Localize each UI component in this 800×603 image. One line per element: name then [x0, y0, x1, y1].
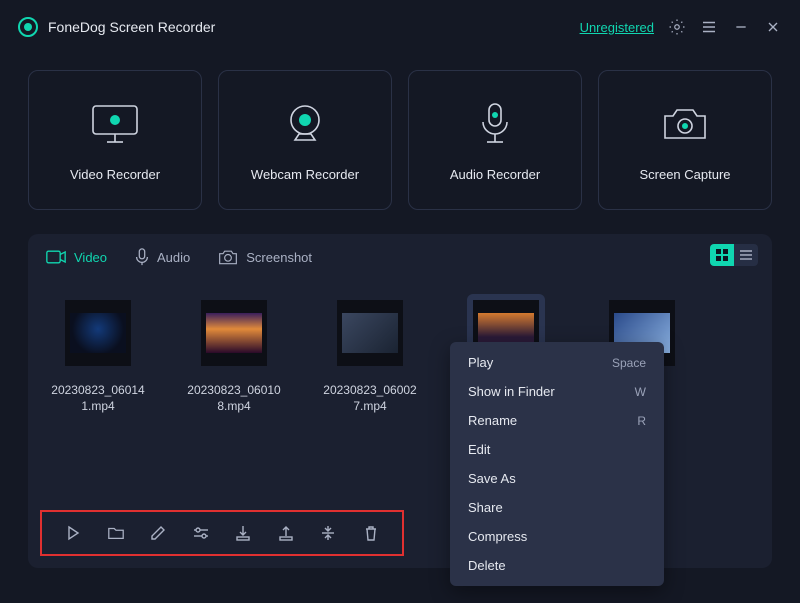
title-bar: FoneDog Screen Recorder Unregistered	[0, 0, 800, 50]
ctx-shortcut: Space	[612, 356, 646, 370]
mode-label: Screen Capture	[639, 167, 730, 182]
tab-video[interactable]: Video	[46, 250, 107, 265]
mode-webcam-recorder[interactable]: Webcam Recorder	[218, 70, 392, 210]
edit-button[interactable]	[146, 521, 170, 545]
ctx-label: Edit	[468, 442, 490, 457]
list-item[interactable]: 20230823_060141.mp4	[50, 294, 146, 414]
view-toggle	[710, 244, 758, 266]
thumbnail-image	[206, 313, 262, 353]
list-item[interactable]: 20230823_060108.mp4	[186, 294, 282, 414]
ctx-label: Save As	[468, 471, 516, 486]
delete-button[interactable]	[359, 521, 383, 545]
settings-sliders-button[interactable]	[189, 521, 213, 545]
ctx-play[interactable]: Play Space	[450, 348, 664, 377]
file-name: 20230823_060027.mp4	[320, 382, 420, 414]
tab-screenshot[interactable]: Screenshot	[218, 249, 312, 265]
export-button[interactable]	[274, 521, 298, 545]
app-title: FoneDog Screen Recorder	[48, 19, 215, 35]
ctx-share[interactable]: Share	[450, 493, 664, 522]
minimize-icon[interactable]	[732, 18, 750, 36]
unregistered-link[interactable]: Unregistered	[580, 20, 654, 35]
ctx-label: Show in Finder	[468, 384, 555, 399]
app-logo-icon	[18, 17, 38, 37]
menu-icon[interactable]	[700, 18, 718, 36]
bottom-toolbar	[40, 510, 404, 556]
file-name: 20230823_060141.mp4	[48, 382, 148, 414]
mode-label: Webcam Recorder	[251, 167, 359, 182]
ctx-label: Compress	[468, 529, 527, 544]
mode-video-recorder[interactable]: Video Recorder	[28, 70, 202, 210]
tab-label: Screenshot	[246, 250, 312, 265]
tab-audio[interactable]: Audio	[135, 248, 190, 266]
title-bar-left: FoneDog Screen Recorder	[18, 17, 215, 37]
mode-label: Audio Recorder	[450, 167, 540, 182]
ctx-label: Share	[468, 500, 503, 515]
microphone-icon	[475, 99, 515, 149]
ctx-compress[interactable]: Compress	[450, 522, 664, 551]
ctx-label: Delete	[468, 558, 506, 573]
open-folder-button[interactable]	[104, 521, 128, 545]
mode-label: Video Recorder	[70, 167, 160, 182]
ctx-label: Rename	[468, 413, 517, 428]
ctx-shortcut: W	[635, 385, 646, 399]
ctx-delete[interactable]: Delete	[450, 551, 664, 580]
ctx-show-in-finder[interactable]: Show in Finder W	[450, 377, 664, 406]
title-bar-right: Unregistered	[580, 18, 782, 36]
camera-icon	[659, 99, 711, 149]
thumbnail-image	[342, 313, 398, 353]
tab-label: Video	[74, 250, 107, 265]
ctx-rename[interactable]: Rename R	[450, 406, 664, 435]
webcam-icon	[281, 99, 329, 149]
save-button[interactable]	[231, 521, 255, 545]
mode-screen-capture[interactable]: Screen Capture	[598, 70, 772, 210]
list-item[interactable]: 20230823_060027.mp4	[322, 294, 418, 414]
ctx-edit[interactable]: Edit	[450, 435, 664, 464]
ctx-save-as[interactable]: Save As	[450, 464, 664, 493]
play-button[interactable]	[61, 521, 85, 545]
library-tabs: Video Audio Screenshot	[46, 248, 754, 266]
monitor-record-icon	[87, 99, 143, 149]
file-name: 20230823_060108.mp4	[184, 382, 284, 414]
ctx-label: Play	[468, 355, 493, 370]
list-view-button[interactable]	[734, 244, 758, 266]
grid-view-button[interactable]	[710, 244, 734, 266]
tab-label: Audio	[157, 250, 190, 265]
mode-audio-recorder[interactable]: Audio Recorder	[408, 70, 582, 210]
ctx-shortcut: R	[637, 414, 646, 428]
context-menu: Play Space Show in Finder W Rename R Edi…	[450, 342, 664, 586]
mode-cards-row: Video Recorder Webcam Recorder Audio Rec…	[0, 50, 800, 234]
settings-gear-icon[interactable]	[668, 18, 686, 36]
close-icon[interactable]	[764, 18, 782, 36]
compress-button[interactable]	[316, 521, 340, 545]
thumbnail-image	[70, 313, 126, 353]
